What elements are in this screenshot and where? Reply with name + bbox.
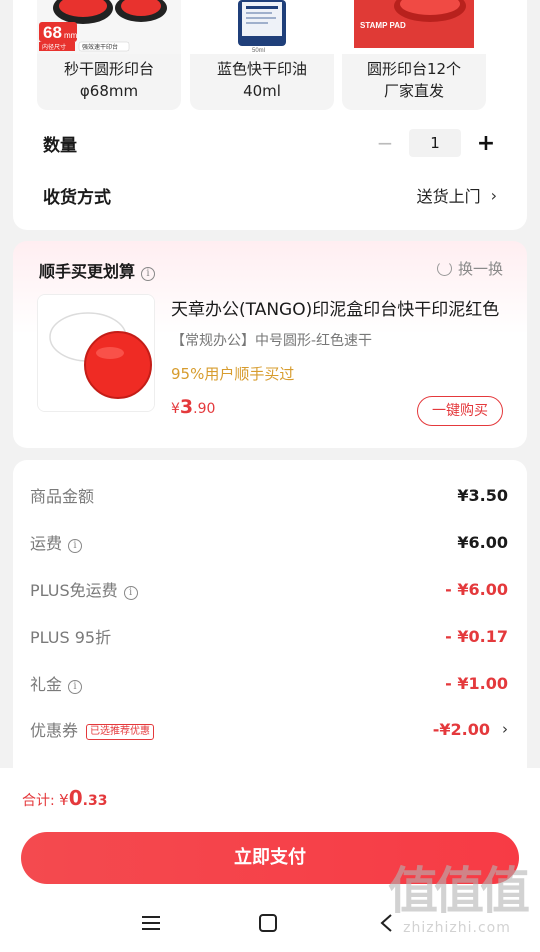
total-integer: 0 <box>68 786 83 810</box>
checkout-bar: 合计: ¥0.33 立即支付 值值值 zhizhizhi.com <box>0 768 540 952</box>
menu-icon[interactable] <box>131 908 171 938</box>
variant-label-line2: φ68mm <box>79 82 139 100</box>
variant-option[interactable]: STAMP PAD 圆形印台12个 厂家直发 <box>342 0 486 110</box>
chevron-right-icon: › <box>502 720 508 738</box>
shipping-method-value: 送货上门 <box>416 187 481 206</box>
recommended-product-name[interactable]: 天章办公(TANGO)印泥盒印台快干印泥红色 <box>171 295 511 320</box>
recommended-product-tag: 95%用户顺手买过 <box>171 365 295 383</box>
info-icon[interactable]: i <box>68 680 83 694</box>
recommendation-card: 顺手买更划算 i 换一换 天章办公(TANGO)印泥盒印台快干印泥红色 【常规办公… <box>13 241 527 448</box>
swap-label: 换一换 <box>457 260 503 278</box>
coupon-badge: 已选推荐优惠 <box>86 724 155 740</box>
info-icon[interactable]: i <box>141 267 156 281</box>
variant-label-line1: 秒干圆形印台 <box>63 60 154 78</box>
summary-row: 商品金额 ¥3.50 <box>30 480 508 510</box>
home-icon[interactable] <box>248 908 288 938</box>
variant-thumbnail: 68 mm 内径尺寸 强效速干印台 <box>37 0 181 54</box>
summary-value: - ¥6.00 <box>445 579 508 599</box>
variant-label: 秒干圆形印台 φ68mm <box>37 58 181 102</box>
summary-value: - ¥1.00 <box>445 673 508 693</box>
price-integer: 3 <box>179 396 194 418</box>
quantity-row: 数量 − 1 + <box>43 123 497 163</box>
recommended-product-spec: 【常规办公】中号圆形-红色速干 <box>171 333 373 349</box>
summary-value: ¥3.50 <box>457 485 508 505</box>
order-total: 合计: ¥0.33 <box>22 786 107 810</box>
back-icon[interactable] <box>366 908 406 938</box>
chevron-right-icon: › <box>490 185 497 205</box>
recommended-product-price: ¥3.90 <box>171 396 215 418</box>
variant-label-line1: 蓝色快干印油 <box>216 60 307 78</box>
svg-text:50ml: 50ml <box>252 48 265 54</box>
summary-row: 运费 i ¥6.00 <box>30 527 508 557</box>
price-decimal: .90 <box>193 401 216 417</box>
variant-label-line2: 厂家直发 <box>383 82 444 100</box>
shipping-method-row[interactable]: 收货方式 送货上门 › <box>43 175 497 215</box>
summary-label: 礼金 i <box>30 671 445 695</box>
svg-text:强效速干印台: 强效速干印台 <box>82 43 118 51</box>
swap-button[interactable]: 换一换 <box>436 258 503 279</box>
total-label: 合计: <box>22 793 55 809</box>
summary-row: PLUS免运费 i - ¥6.00 <box>30 574 508 604</box>
variant-label-line1: 圆形印台12个 <box>366 60 462 78</box>
summary-label: 商品金额 <box>30 487 95 506</box>
quantity-increment-button[interactable]: + <box>475 131 497 156</box>
summary-label: PLUS免运费 i <box>30 577 445 601</box>
recommendation-title: 顺手买更划算 i <box>39 258 156 282</box>
variant-label: 圆形印台12个 厂家直发 <box>342 58 486 102</box>
total-decimal: .33 <box>82 793 108 809</box>
summary-value: ¥6.00 <box>457 532 508 552</box>
info-icon[interactable]: i <box>68 539 83 553</box>
svg-text:68: 68 <box>43 23 62 42</box>
variant-option[interactable]: 68 mm 内径尺寸 强效速干印台 秒干圆形印台 φ68mm <box>37 0 181 110</box>
svg-text:内径尺寸: 内径尺寸 <box>42 43 66 51</box>
summary-row: PLUS 95折 - ¥0.17 <box>30 621 508 651</box>
summary-label: 运费 i <box>30 530 457 554</box>
total-symbol: ¥ <box>59 791 69 809</box>
summary-row: 礼金 i - ¥1.00 <box>30 668 508 698</box>
product-options-card: 68 mm 内径尺寸 强效速干印台 秒干圆形印台 φ68mm 50ml 蓝色快干… <box>13 0 527 230</box>
shipping-method-label: 收货方式 <box>43 187 111 208</box>
info-icon[interactable]: i <box>123 586 138 600</box>
summary-label: PLUS 95折 <box>30 628 112 647</box>
pay-now-button[interactable]: 立即支付 <box>21 832 519 884</box>
price-summary-card: 商品金额 ¥3.50 运费 i ¥6.00 PLUS免运费 i - ¥6.00 PL… <box>13 460 527 790</box>
summary-value: -¥2.00 <box>432 719 490 739</box>
one-click-buy-button[interactable]: 一键购买 <box>417 396 503 426</box>
price-symbol: ¥ <box>171 401 180 417</box>
summary-value: - ¥0.17 <box>445 626 508 646</box>
summary-label: 优惠券 已选推荐优惠 <box>30 717 433 741</box>
variant-label-line2: 40ml <box>243 82 281 100</box>
refresh-icon <box>436 261 452 276</box>
variant-option[interactable]: 50ml 蓝色快干印油 40ml <box>190 0 334 110</box>
recommendation-title-text: 顺手买更划算 <box>39 262 136 281</box>
variant-label: 蓝色快干印油 40ml <box>190 58 334 102</box>
recommended-product-image[interactable] <box>37 294 155 412</box>
variant-thumbnail: STAMP PAD <box>342 0 486 54</box>
quantity-decrement-button[interactable]: − <box>375 131 395 155</box>
svg-text:mm: mm <box>64 31 78 40</box>
quantity-label: 数量 <box>43 135 77 156</box>
coupon-row[interactable]: 优惠券 已选推荐优惠 -¥2.00 › <box>30 714 508 744</box>
svg-text:STAMP PAD: STAMP PAD <box>360 21 406 30</box>
quantity-input[interactable]: 1 <box>409 129 461 157</box>
variant-thumbnail: 50ml <box>190 0 334 54</box>
variant-list: 68 mm 内径尺寸 强效速干印台 秒干圆形印台 φ68mm 50ml 蓝色快干… <box>37 0 507 110</box>
